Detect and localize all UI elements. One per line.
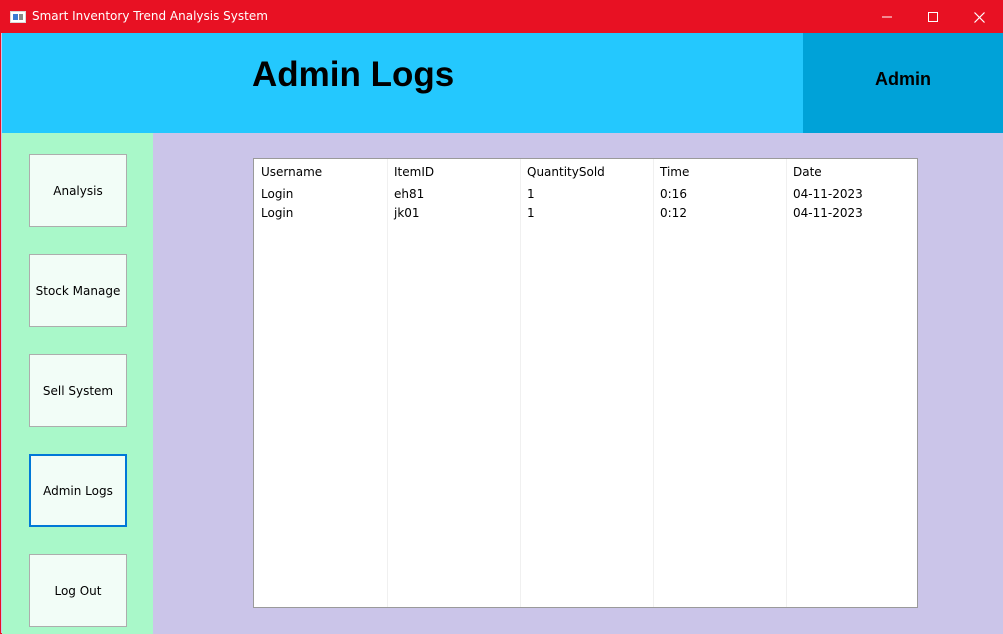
column-header-itemid[interactable]: ItemID [394, 165, 434, 179]
table-cell[interactable]: 1 [527, 206, 535, 220]
current-user-label: Admin [875, 69, 931, 89]
table-cell[interactable]: 04-11-2023 [793, 206, 863, 220]
stock-manage-button[interactable]: Stock Manage [29, 254, 127, 327]
title-bar[interactable]: Smart Inventory Trend Analysis System [1, 1, 1003, 33]
page-title: Admin Logs [252, 55, 455, 94]
column-divider [387, 159, 388, 607]
table-cell[interactable]: 1 [527, 187, 535, 201]
column-divider [520, 159, 521, 607]
column-header-date[interactable]: Date [793, 165, 822, 179]
user-panel: Admin [803, 33, 1003, 133]
app-icon [10, 11, 26, 23]
column-divider [786, 159, 787, 607]
admin-logs-table[interactable]: Username ItemID QuantitySold Time Date L… [253, 158, 918, 608]
table-cell[interactable]: jk01 [394, 206, 420, 220]
table-cell[interactable]: Login [261, 206, 293, 220]
table-cell[interactable]: 04-11-2023 [793, 187, 863, 201]
admin-logs-button[interactable]: Admin Logs [29, 454, 127, 527]
close-icon [973, 11, 985, 23]
log-out-button[interactable]: Log Out [29, 554, 127, 627]
analysis-button[interactable]: Analysis [29, 154, 127, 227]
window-title: Smart Inventory Trend Analysis System [32, 9, 268, 23]
column-header-time[interactable]: Time [660, 165, 689, 179]
minimize-button[interactable] [864, 1, 910, 33]
table-cell[interactable]: eh81 [394, 187, 424, 201]
maximize-button[interactable] [910, 1, 956, 33]
column-header-username[interactable]: Username [261, 165, 322, 179]
minimize-icon [882, 16, 892, 18]
sell-system-button[interactable]: Sell System [29, 354, 127, 427]
page-header: Admin Logs [2, 33, 803, 133]
table-cell[interactable]: 0:16 [660, 187, 687, 201]
sidebar: Analysis Stock Manage Sell System Admin … [2, 133, 153, 634]
column-header-quantitysold[interactable]: QuantitySold [527, 165, 605, 179]
table-cell[interactable]: Login [261, 187, 293, 201]
main-content: Username ItemID QuantitySold Time Date L… [153, 133, 1003, 634]
close-button[interactable] [956, 1, 1002, 33]
table-cell[interactable]: 0:12 [660, 206, 687, 220]
app-window: Smart Inventory Trend Analysis System Ad… [0, 0, 1003, 634]
maximize-icon [928, 12, 938, 22]
column-divider [653, 159, 654, 607]
